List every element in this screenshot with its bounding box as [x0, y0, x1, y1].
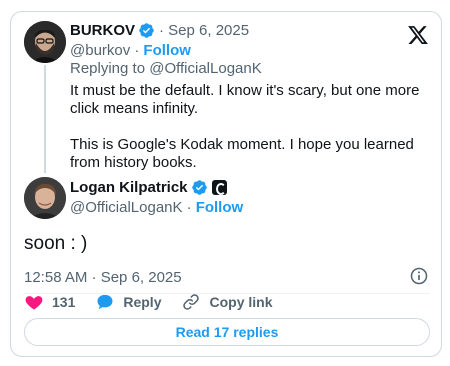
parent-handle-row: @burkov · Follow [70, 42, 191, 59]
author-display-name[interactable]: Logan Kilpatrick [70, 179, 188, 196]
x-logo-icon[interactable] [407, 24, 429, 46]
parent-tweet-text: It must be the default. I know it's scar… [70, 82, 430, 172]
author-display-name[interactable]: BURKOV [70, 22, 135, 39]
reply-label: Reply [123, 294, 162, 310]
tweet-date[interactable]: · Sep 6, 2025 [159, 22, 249, 39]
reply-button[interactable]: Reply [95, 292, 161, 312]
copy-link-button[interactable]: Copy link [181, 292, 273, 312]
burkov-avatar-image [24, 21, 66, 63]
like-button[interactable]: 131 [24, 292, 75, 312]
affiliation-badge-icon[interactable] [211, 180, 227, 195]
tweet-timestamp[interactable]: 12:58 AM · Sep 6, 2025 [24, 269, 182, 286]
author-handle[interactable]: @OfficialLoganK · [70, 199, 192, 216]
main-author-row: Logan Kilpatrick [70, 179, 227, 196]
parent-author-row: BURKOV · Sep 6, 2025 [70, 22, 249, 39]
avatar[interactable] [24, 177, 66, 219]
info-icon[interactable] [409, 266, 429, 286]
tweet-actions-bar: 131 Reply Copy link [24, 291, 293, 313]
speech-bubble-icon [97, 294, 113, 310]
main-handle-row: @OfficialLoganK · Follow [70, 199, 243, 216]
replying-to-text[interactable]: Replying to @OfficialLoganK [70, 60, 262, 77]
verified-badge-icon [139, 23, 154, 38]
verified-badge-icon [191, 180, 207, 195]
logan-avatar-image [24, 177, 66, 219]
tweet-paragraph: It must be the default. I know it's scar… [70, 82, 420, 117]
read-replies-button[interactable]: Read 17 replies [24, 318, 430, 346]
thread-connector-line [44, 65, 46, 173]
heart-icon [25, 296, 43, 310]
copy-link-label: Copy link [209, 294, 273, 310]
avatar[interactable] [24, 21, 66, 63]
link-icon [183, 294, 200, 310]
follow-button[interactable]: Follow [143, 42, 191, 59]
main-tweet-text: soon : ) [24, 233, 88, 254]
tweet-embed-card: BURKOV · Sep 6, 2025 @burkov · Follow Re… [10, 11, 442, 357]
author-handle[interactable]: @burkov · [70, 42, 139, 59]
like-count: 131 [52, 294, 76, 310]
follow-button[interactable]: Follow [196, 199, 244, 216]
tweet-paragraph: This is Google's Kodak moment. I hope yo… [70, 136, 414, 171]
